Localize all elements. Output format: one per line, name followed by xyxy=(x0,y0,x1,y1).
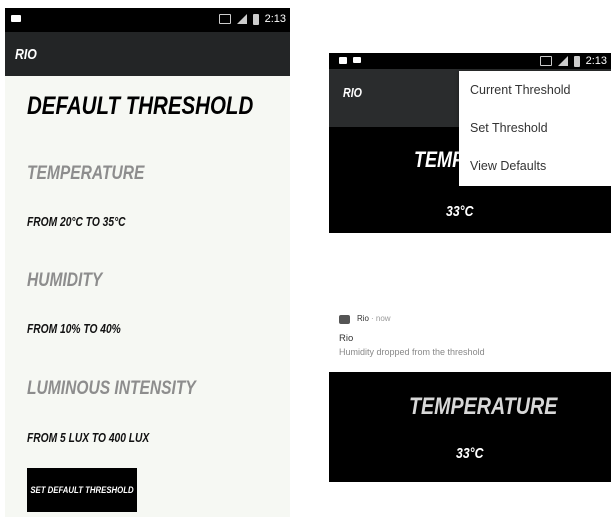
notification-time: · now xyxy=(371,314,391,323)
temperature-range: FROM 20°C TO 35°C xyxy=(27,215,126,229)
temperature-value: 33°C xyxy=(456,445,484,462)
signal-icon xyxy=(236,14,247,24)
notification-icon xyxy=(353,57,361,63)
battery-icon xyxy=(573,55,580,67)
page-title: DEFAULT THRESHOLD xyxy=(27,92,254,120)
notification-title: Rio xyxy=(339,333,354,344)
notification-icon xyxy=(11,15,21,22)
app-title: RIO xyxy=(15,46,37,63)
notification[interactable]: Rio · now Rio Humidity dropped from the … xyxy=(329,306,611,368)
left-phone-screen: 2:13 RIO DEFAULT THRESHOLD TEMPERATURE F… xyxy=(5,8,290,517)
notification-app-name: Rio xyxy=(357,314,370,323)
menu-item-view-defaults[interactable]: View Defaults xyxy=(459,147,611,185)
status-time: 2:13 xyxy=(585,55,607,67)
app-title: RIO xyxy=(343,85,362,100)
app-bar: RIO xyxy=(5,32,290,76)
overflow-menu: Current Threshold Set Threshold View Def… xyxy=(459,71,611,186)
set-default-threshold-button[interactable]: SET DEFAULT THRESHOLD xyxy=(27,468,137,512)
menu-item-current-threshold[interactable]: Current Threshold xyxy=(459,71,611,109)
app-icon xyxy=(339,315,350,324)
luminous-intensity-range: FROM 5 LUX TO 400 LUX xyxy=(27,431,150,445)
notification-text: Humidity dropped from the threshold xyxy=(339,347,485,357)
temperature-value: 33°C xyxy=(446,203,474,220)
battery-icon xyxy=(252,13,259,25)
temperature-title: TEMPERATURE xyxy=(27,163,145,184)
humidity-range: FROM 10% TO 40% xyxy=(27,322,121,336)
menu-item-set-threshold[interactable]: Set Threshold xyxy=(459,109,611,147)
luminous-intensity-title: LUMINOUS INTENSITY xyxy=(27,378,196,399)
status-bar: 2:13 xyxy=(329,53,611,69)
signal-icon xyxy=(557,56,568,66)
cast-icon xyxy=(539,56,552,66)
set-default-threshold-label: SET DEFAULT THRESHOLD xyxy=(30,484,134,496)
cast-icon xyxy=(218,14,231,24)
status-time: 2:13 xyxy=(264,13,286,25)
humidity-title: HUMIDITY xyxy=(27,270,103,291)
temperature-label: TEMP xyxy=(414,147,465,172)
bottom-right-phone-screen: TEMPERATURE 33°C xyxy=(329,372,611,482)
status-bar: 2:13 xyxy=(5,8,290,32)
top-right-phone-screen: 2:13 RIO TEMP 33°C Current Threshold Set… xyxy=(329,53,611,233)
app-icon xyxy=(339,57,347,64)
temperature-label: TEMPERATURE xyxy=(409,393,558,420)
